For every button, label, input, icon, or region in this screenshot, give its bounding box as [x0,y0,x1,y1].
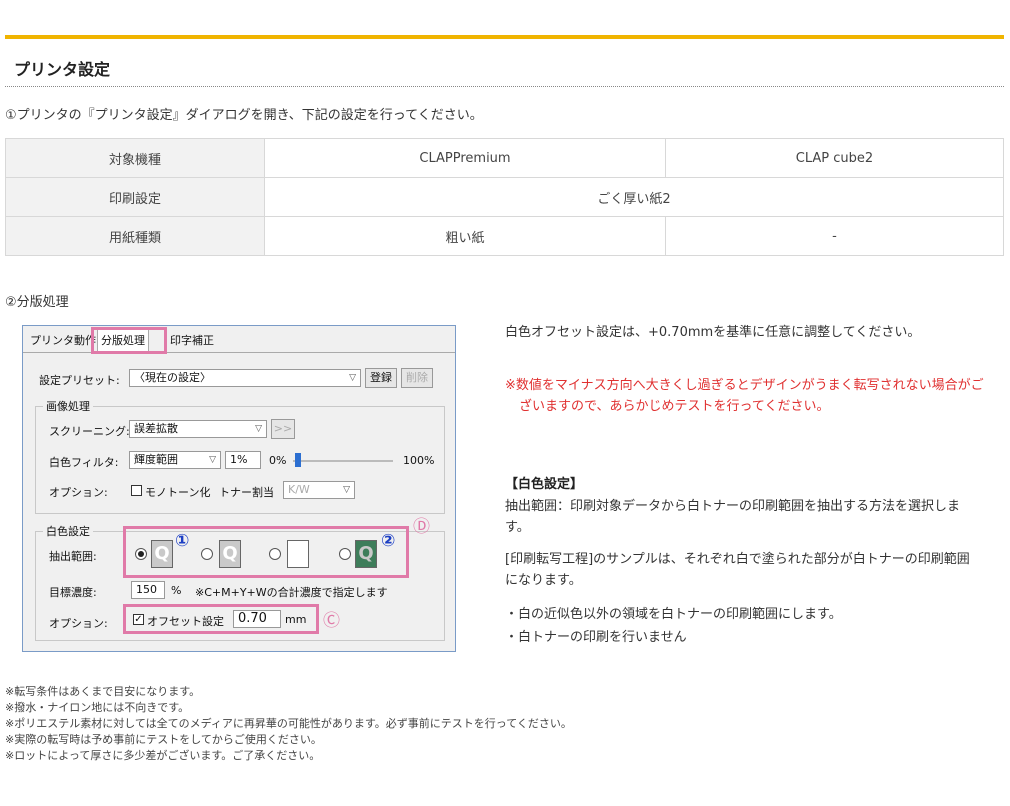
chevron-down-icon: ▽ [255,424,262,434]
screening-label: スクリーニング: [49,425,130,438]
offset-input: 0.70 [233,610,281,628]
bullet-item: ・白トナーの印刷を行いません [505,630,687,645]
white-filter-select: 輝度範囲 ▽ [129,451,221,469]
tab-print-correction: 印字補正 [170,334,214,347]
offset-explanation: 白色オフセット設定は、+0.70mmを基準に任意に調整してください。 [505,325,921,340]
row-label: 印刷設定 [5,177,265,217]
sample-description: [印刷転写工程]のサンプルは、それぞれ白で塗られた部分が白トナーの印刷範囲になり… [505,552,970,588]
row-label: 用紙種類 [5,216,265,256]
register-button: 登録 [365,368,397,388]
density-input: 150 [131,581,165,599]
note-item: ※ロットによって厚さに多少差がございます。ご了承ください。 [5,749,321,762]
page-white-icon: Q [219,540,241,568]
note-item: ※撥水・ナイロン地には不向きです。 [5,701,190,714]
printer-dialog-screenshot: プリンタ動作 分版処理 印字補正 設定プリセット: 〈現在の設定〉 ▽ 登録 削… [22,325,456,652]
toner-value: K/W [288,483,310,496]
screening-value: 誤差拡散 [134,422,178,435]
slider-min-label: 0% [269,454,287,467]
table-cell: 粗い紙 [264,216,666,256]
heading-divider [5,86,1004,87]
note-item: ※実際の転写時は予め事前にテストをしてからご使用ください。 [5,733,322,746]
page-grey-icon: Q [151,540,173,568]
white-filter-label: 白色フィルタ: [49,456,119,469]
white-filter-percent: 1% [225,451,261,469]
density-value: 150 [136,583,157,596]
marker-1: ① [175,531,190,551]
offset-warning: ※数値をマイナス方向へ大きくし過ぎるとデザインがうまく転写されない場合がございま… [505,378,984,414]
offset-value: 0.70 [238,611,267,626]
table-row: 用紙種類 粗い紙 - [5,216,1004,256]
screening-advanced-button: >> [271,419,295,439]
option-label: オプション: [49,486,108,499]
white-filter-value: 輝度範囲 [134,453,178,466]
table-cell: CLAPPremium [264,138,666,178]
monotone-checkbox [131,485,142,496]
highlight-tab [91,327,167,354]
density-note: ※C+M+Y+Wの合計濃度で指定します [195,586,388,599]
preset-label: 設定プリセット: [39,374,120,387]
tab-printer-action: プリンタ動作 [30,334,96,347]
marker-2: ② [381,531,396,551]
extract-radio-1 [135,548,147,560]
extract-radio-3 [269,548,281,560]
notes-list: ※転写条件はあくまで目安になります。 ※撥水・ナイロン地には不向きです。 ※ポリ… [5,684,572,764]
offset-label: オフセット設定 [147,615,224,628]
chevron-down-icon: ▽ [209,455,216,465]
preset-select: 〈現在の設定〉 ▽ [129,369,361,387]
toner-select: K/W ▽ [283,481,355,499]
section-top-bar [5,35,1004,39]
image-processing-title: 画像処理 [43,398,93,414]
white-filter-pct-value: 1% [230,453,248,466]
table-cell: CLAP cube2 [665,138,1004,178]
dialog-tabs: プリンタ動作 分版処理 印字補正 [23,326,455,353]
table-cell: - [665,216,1004,256]
page-blank-icon [287,540,309,568]
slider-max-label: 100% [403,454,435,467]
bullet-item: ・白の近似色以外の領域を白トナーの印刷範囲にします。 [505,607,842,622]
printer-settings-table: 対象機種 CLAPPremium CLAP cube2 印刷設定 ごく厚い紙2 … [5,138,1004,256]
note-item: ※転写条件はあくまで目安になります。 [5,685,201,698]
section-heading: プリンタ設定 [14,60,111,79]
note-item: ※ポリエステル素材に対しては全てのメディアに再昇華の可能性があります。必ず事前に… [5,717,572,730]
extract-range-label: 抽出範囲: [49,550,97,563]
page-green-icon: Q [355,540,377,568]
extract-radio-4 [339,548,351,560]
marker-c: Ⓒ [323,611,340,631]
white-setting-heading: 【白色設定】 [505,477,584,492]
intro-text: ①プリンタの『プリンタ設定』ダイアログを開き、下記の設定を行ってください。 [5,108,483,123]
table-row: 対象機種 CLAPPremium CLAP cube2 [5,138,1004,178]
extract-radio-2 [201,548,213,560]
toner-label: トナー割当 [219,486,274,499]
chevron-down-icon: ▽ [349,373,356,383]
marker-d: Ⓓ [413,517,430,537]
white-setting-title: 白色設定 [43,523,93,539]
delete-button: 削除 [401,368,433,388]
offset-checkbox: ✓ [133,614,144,625]
chevron-down-icon: ▽ [343,485,350,495]
section-2-title: ②分版処理 [5,295,69,310]
preset-value: 〈現在の設定〉 [134,371,211,384]
row-label: 対象機種 [5,138,265,178]
slider-thumb [295,453,301,467]
monotone-label: モノトーン化 [145,486,211,499]
table-cell: ごく厚い紙2 [264,177,1004,217]
screening-select: 誤差拡散 ▽ [129,420,267,438]
white-filter-slider [293,460,393,462]
option2-label: オプション: [49,617,108,630]
white-setting-description: 抽出範囲：印刷対象データから白トナーの印刷範囲を抽出する方法を選択します。 [505,499,961,535]
offset-unit: mm [285,613,307,626]
density-unit: % [171,584,182,597]
table-row: 印刷設定 ごく厚い紙2 [5,177,1004,217]
density-label: 目標濃度: [49,586,97,599]
